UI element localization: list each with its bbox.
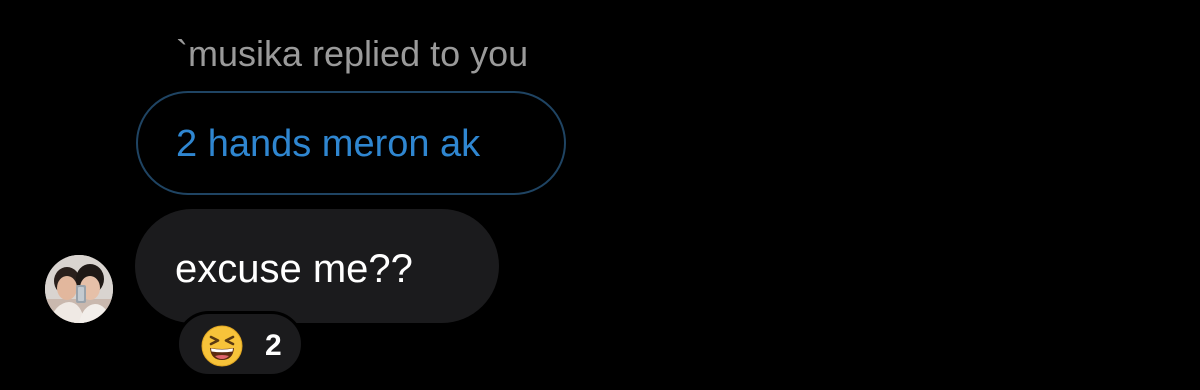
quoted-message-bubble[interactable]: 2 hands meron ak <box>136 91 566 195</box>
user-avatar-photo-icon <box>45 255 113 323</box>
reaction-count: 2 <box>265 329 282 362</box>
grinning-squinting-face-icon <box>201 325 243 367</box>
message-bubble[interactable]: excuse me?? <box>135 209 499 323</box>
message-text: excuse me?? <box>175 247 413 291</box>
quoted-message-text: 2 hands meron ak <box>176 123 481 165</box>
avatar[interactable] <box>45 255 113 323</box>
reaction-pill[interactable]: 2 <box>176 311 304 377</box>
reply-header: `musika replied to you <box>176 33 529 74</box>
